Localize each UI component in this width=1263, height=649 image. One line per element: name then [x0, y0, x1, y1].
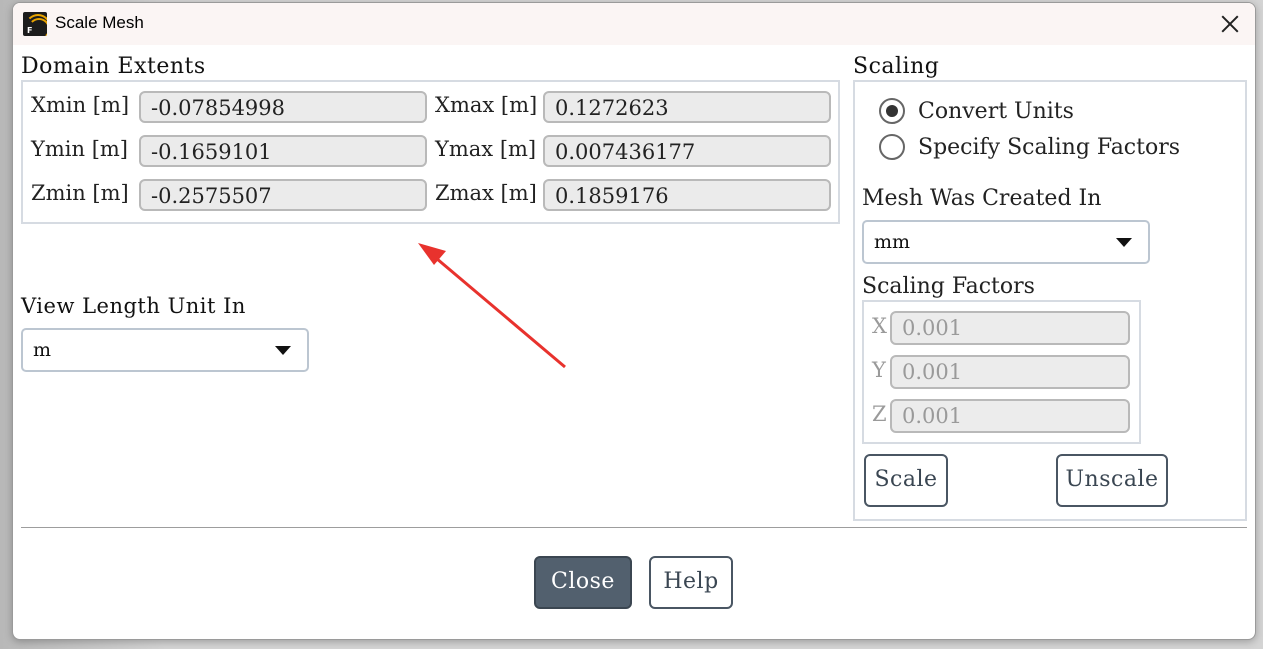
domain-extents-title: Domain Extents [21, 54, 206, 79]
factor-y-label: Y [872, 358, 886, 382]
convert-units-radio[interactable] [879, 98, 905, 124]
xmin-label: Xmin [m] [31, 93, 130, 117]
view-length-label: View Length Unit In [21, 294, 246, 318]
footer-divider [21, 527, 1247, 528]
scale-mesh-dialog: F Scale Mesh Domain Extents Xmin [m] -0.… [12, 2, 1256, 640]
scale-button[interactable]: Scale [864, 454, 948, 507]
ymin-field[interactable]: -0.1659101 [139, 135, 427, 167]
factor-z-field[interactable]: 0.001 [890, 399, 1130, 433]
convert-units-label[interactable]: Convert Units [918, 99, 1074, 124]
annotation-arrow [418, 243, 566, 369]
zmin-field[interactable]: -0.2575507 [139, 179, 427, 211]
view-length-dropdown[interactable]: m [21, 328, 309, 372]
zmax-label: Zmax [m] [435, 181, 537, 205]
xmin-field[interactable]: -0.07854998 [139, 91, 427, 123]
fluent-icon: F [23, 12, 47, 36]
zmax-field[interactable]: 0.1859176 [543, 179, 831, 211]
ymin-label: Ymin [m] [31, 137, 128, 161]
chevron-down-icon [1116, 238, 1132, 247]
specify-scaling-factors-radio[interactable] [879, 134, 905, 160]
unscale-button[interactable]: Unscale [1056, 454, 1168, 507]
close-icon[interactable] [1217, 11, 1243, 37]
scaling-title: Scaling [853, 54, 940, 79]
scaling-factors-title: Scaling Factors [862, 274, 1035, 299]
factor-x-field[interactable]: 0.001 [890, 311, 1130, 345]
factor-y-field[interactable]: 0.001 [890, 355, 1130, 389]
xmax-label: Xmax [m] [435, 93, 538, 117]
window-title: Scale Mesh [55, 13, 144, 32]
zmin-label: Zmin [m] [31, 181, 129, 205]
view-length-value: m [33, 339, 52, 361]
help-button[interactable]: Help [649, 556, 733, 609]
close-button[interactable]: Close [534, 556, 632, 609]
factor-x-label: X [872, 314, 887, 338]
mesh-created-dropdown[interactable]: mm [862, 220, 1150, 264]
specify-scaling-factors-label[interactable]: Specify Scaling Factors [918, 135, 1180, 160]
ymax-field[interactable]: 0.007436177 [543, 135, 831, 167]
factor-z-label: Z [872, 402, 887, 426]
chevron-down-icon [275, 346, 291, 355]
title-bar: F Scale Mesh [13, 3, 1255, 45]
mesh-created-label: Mesh Was Created In [862, 186, 1102, 211]
xmax-field[interactable]: 0.1272623 [543, 91, 831, 123]
ymax-label: Ymax [m] [435, 137, 537, 161]
mesh-created-value: mm [874, 231, 911, 253]
